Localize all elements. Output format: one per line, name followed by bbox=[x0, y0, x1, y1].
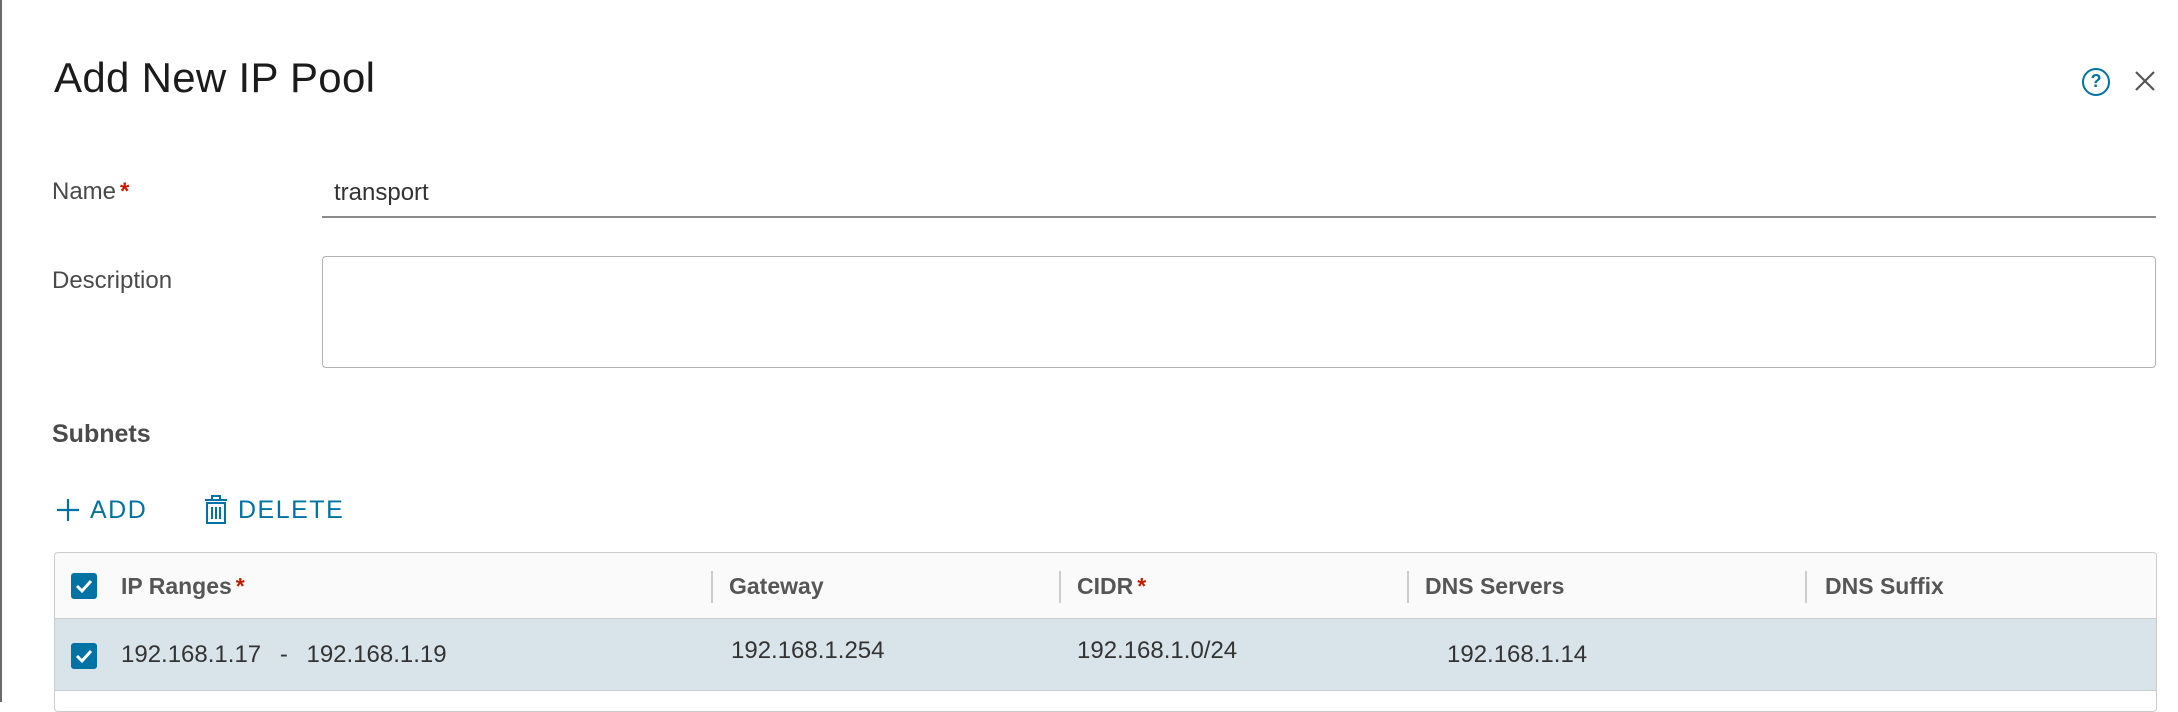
column-separator[interactable] bbox=[1805, 571, 1807, 603]
column-header-gateway[interactable]: Gateway bbox=[729, 553, 824, 619]
column-header-dns-servers[interactable]: DNS Servers bbox=[1425, 553, 1564, 619]
subnets-section-title: Subnets bbox=[52, 420, 151, 448]
name-label: Name * bbox=[52, 178, 129, 206]
column-separator[interactable] bbox=[1407, 571, 1409, 603]
range-separator: - bbox=[279, 641, 288, 668]
dialog-title: Add New IP Pool bbox=[54, 54, 376, 101]
name-label-text: Name bbox=[52, 178, 117, 205]
required-marker: * bbox=[1137, 573, 1147, 599]
row-checkbox[interactable] bbox=[71, 643, 97, 669]
gateway-cell[interactable]: 192.168.1.254 bbox=[731, 637, 884, 665]
plus-icon bbox=[54, 496, 82, 524]
grid-header: IP Ranges * Gateway CIDR * DNS Servers DNS… bbox=[55, 553, 2156, 619]
column-header-label: DNS Suffix bbox=[1825, 573, 1944, 599]
column-separator[interactable] bbox=[1059, 571, 1061, 603]
required-marker: * bbox=[235, 573, 245, 599]
column-header-cidr[interactable]: CIDR * bbox=[1077, 553, 1146, 619]
required-marker: * bbox=[120, 178, 130, 205]
select-all-checkbox[interactable] bbox=[71, 573, 97, 599]
column-header-label: DNS Servers bbox=[1425, 573, 1565, 599]
add-subnet-label: ADD bbox=[90, 495, 148, 524]
delete-subnet-button[interactable]: DELETE bbox=[202, 490, 344, 530]
table-row[interactable]: 192.168.1.17 - 192.168.1.19 192.168.1.25… bbox=[55, 619, 2156, 691]
column-header-ip-ranges[interactable]: IP Ranges * bbox=[121, 553, 245, 619]
help-icon[interactable]: ? bbox=[2082, 68, 2110, 96]
add-subnet-button[interactable]: ADD bbox=[54, 490, 147, 530]
ip-range-start: 192.168.1.17 bbox=[121, 641, 262, 668]
column-header-label: CIDR bbox=[1077, 573, 1134, 599]
subnets-grid: IP Ranges * Gateway CIDR * DNS Servers DNS… bbox=[54, 552, 2157, 712]
dns-servers-cell[interactable]: 192.168.1.14 bbox=[1447, 641, 1587, 669]
column-header-label: IP Ranges bbox=[121, 573, 232, 599]
trash-icon bbox=[202, 494, 230, 526]
ip-range-end: 192.168.1.19 bbox=[306, 641, 447, 668]
ip-range-cell[interactable]: 192.168.1.17 - 192.168.1.19 bbox=[121, 641, 447, 669]
close-icon[interactable] bbox=[2130, 66, 2160, 96]
name-input[interactable] bbox=[322, 170, 2156, 218]
column-header-label: Gateway bbox=[729, 573, 824, 599]
description-label: Description bbox=[52, 267, 173, 294]
description-input[interactable] bbox=[322, 256, 2156, 368]
cidr-cell[interactable]: 192.168.1.0/24 bbox=[1077, 637, 1237, 665]
column-separator[interactable] bbox=[711, 571, 713, 603]
column-header-dns-suffix[interactable]: DNS Suffix bbox=[1825, 553, 1944, 619]
delete-subnet-label: DELETE bbox=[238, 495, 345, 524]
add-ip-pool-dialog: Add New IP Pool ? Name* Description Subn… bbox=[0, 0, 2178, 712]
